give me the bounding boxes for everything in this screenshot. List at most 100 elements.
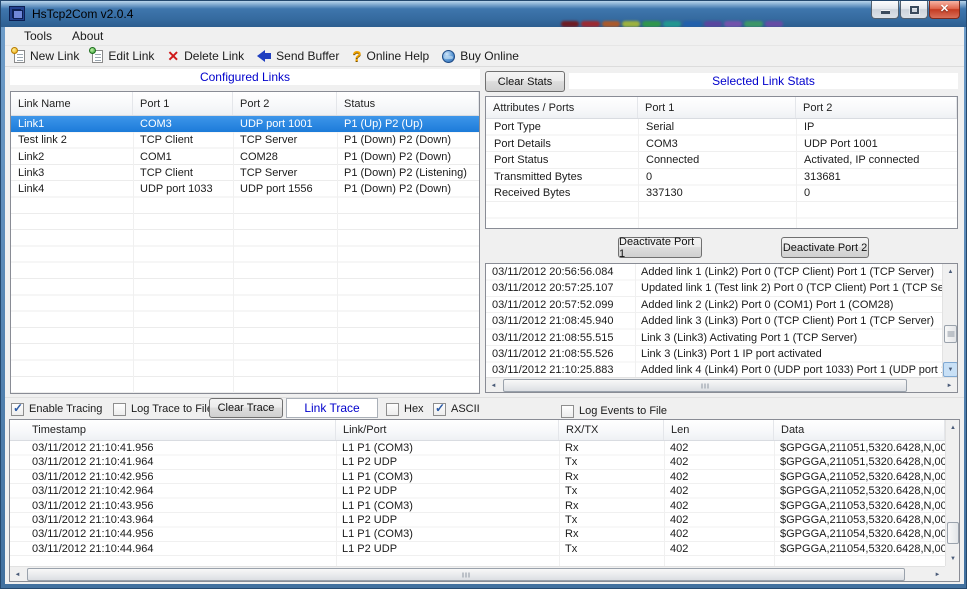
online-help-button[interactable]: ? Online Help — [347, 47, 437, 66]
send-buffer-button[interactable]: Send Buffer — [252, 47, 347, 65]
clear-stats-button[interactable]: Clear Stats — [485, 71, 565, 92]
new-link-button[interactable]: New Link — [9, 47, 87, 65]
trace-row[interactable]: 03/11/2012 21:10:42.964 L1 P2 UDP Tx 402… — [10, 484, 945, 498]
column-header-data[interactable]: Data — [774, 420, 945, 440]
column-header-status[interactable]: Status — [337, 92, 479, 115]
cell-link-name: Link2 — [11, 149, 133, 165]
cell-timestamp: 03/11/2012 21:10:42.964 — [10, 484, 336, 498]
cell-event-message: Link 3 (Link3) Port 1 IP port activated — [635, 346, 942, 362]
log-trace-checkbox[interactable]: Log Trace to File — [113, 399, 213, 419]
scroll-up-button[interactable]: ▲ — [943, 264, 958, 279]
column-header-link-name[interactable]: Link Name — [11, 92, 133, 115]
stats-row[interactable]: Port Status Connected Activated, IP conn… — [486, 152, 957, 169]
column-header-rxtx[interactable]: RX/TX — [559, 420, 664, 440]
events-horizontal-scrollbar[interactable]: ◄ ► — [486, 377, 957, 392]
column-header-attributes[interactable]: Attributes / Ports — [486, 97, 638, 118]
trace-row[interactable]: 03/11/2012 21:10:41.964 L1 P2 UDP Tx 402… — [10, 455, 945, 469]
stats-row[interactable]: Port Details COM3 UDP Port 1001 — [486, 136, 957, 153]
configured-links-header: Link Name Port 1 Port 2 Status — [11, 92, 479, 116]
stats-row[interactable]: Transmitted Bytes 0 313681 — [486, 169, 957, 186]
menu-item-tools[interactable]: Tools — [15, 27, 61, 45]
events-hscroll-thumb[interactable] — [503, 379, 907, 392]
cell-port2-value: UDP Port 1001 — [796, 136, 957, 153]
cell-link-name: Test link 2 — [11, 132, 133, 148]
trace-vertical-scrollbar[interactable]: ▲ ▼ — [945, 420, 959, 566]
cell-port2: TCP Server — [233, 132, 337, 148]
deactivate-port2-button[interactable]: Deactivate Port 2 — [781, 237, 869, 258]
log-events-checkbox[interactable]: Log Events to File — [561, 401, 667, 421]
event-row[interactable]: 03/11/2012 21:10:25.883 Added link 4 (Li… — [486, 362, 942, 377]
trace-row[interactable]: 03/11/2012 21:10:44.964 L1 P2 UDP Tx 402… — [10, 542, 945, 556]
link-row[interactable]: Link3 TCP Client TCP Server P1 (Down) P2… — [11, 165, 479, 181]
menu-item-about[interactable]: About — [63, 27, 112, 45]
cell-status: P1 (Down) P2 (Down) — [337, 181, 479, 197]
scroll-right-button[interactable]: ► — [942, 378, 957, 393]
cell-timestamp: 03/11/2012 21:10:43.956 — [10, 499, 336, 513]
link-row[interactable]: Test link 2 TCP Client TCP Server P1 (Do… — [11, 132, 479, 148]
hex-checkbox[interactable]: Hex — [386, 399, 424, 419]
checkbox-icon — [433, 403, 446, 416]
link-row[interactable]: Link4 UDP port 1033 UDP port 1556 P1 (Do… — [11, 181, 479, 197]
trace-table: Timestamp Link/Port RX/TX Len Data 03/11… — [9, 419, 960, 582]
delete-link-button[interactable]: ✕ Delete Link — [162, 47, 252, 65]
maximize-button[interactable] — [900, 1, 928, 19]
edit-link-label: Edit Link — [108, 49, 154, 63]
trace-row[interactable]: 03/11/2012 21:10:42.956 L1 P1 (COM3) Rx … — [10, 470, 945, 484]
scroll-up-button[interactable]: ▲ — [946, 420, 960, 435]
event-row[interactable]: 03/11/2012 21:08:55.526 Link 3 (Link3) P… — [486, 346, 942, 362]
trace-row[interactable]: 03/11/2012 21:10:43.964 L1 P2 UDP Tx 402… — [10, 513, 945, 527]
delete-link-label: Delete Link — [184, 49, 244, 63]
event-row[interactable]: 03/11/2012 20:57:25.107 Updated link 1 (… — [486, 280, 942, 296]
cell-rxtx: Tx — [559, 513, 664, 527]
configured-links-title: Configured Links — [10, 69, 480, 85]
trace-row[interactable]: 03/11/2012 21:10:41.956 L1 P1 (COM3) Rx … — [10, 441, 945, 455]
buy-online-button[interactable]: Buy Online — [437, 47, 527, 65]
enable-tracing-checkbox[interactable]: Enable Tracing — [11, 399, 102, 419]
scroll-left-button[interactable]: ◄ — [10, 567, 25, 582]
stats-row[interactable]: Port Type Serial IP — [486, 119, 957, 136]
event-row[interactable]: 03/11/2012 20:57:52.099 Added link 2 (Li… — [486, 297, 942, 313]
cell-data: $GPGGA,211051,5320.6428,N,00623.4552,W,1… — [774, 455, 945, 469]
stats-row[interactable]: Received Bytes 337130 0 — [486, 185, 957, 202]
close-button[interactable]: ✕ — [929, 1, 960, 19]
events-scroll-thumb[interactable] — [944, 325, 957, 343]
scroll-down-button[interactable]: ▼ — [943, 362, 958, 377]
cell-data: $GPGGA,211052,5320.6428,N,00623.4552,W,1… — [774, 484, 945, 498]
cell-port2-value: 0 — [796, 185, 957, 202]
cell-link-name: Link3 — [11, 165, 133, 181]
column-header-len[interactable]: Len — [664, 420, 774, 440]
link-row[interactable]: Link2 COM1 COM28 P1 (Down) P2 (Down) — [11, 149, 479, 165]
clear-trace-button[interactable]: Clear Trace — [209, 398, 283, 418]
trace-horizontal-scrollbar[interactable]: ◄ ► — [10, 566, 945, 581]
scroll-left-button[interactable]: ◄ — [486, 378, 501, 393]
log-events-label: Log Events to File — [579, 405, 667, 417]
cell-data: $GPGGA,211052,5320.6428,N,00623.4552,W,1… — [774, 470, 945, 484]
event-row[interactable]: 03/11/2012 21:08:55.515 Link 3 (Link3) A… — [486, 330, 942, 346]
trace-row[interactable]: 03/11/2012 21:10:43.956 L1 P1 (COM3) Rx … — [10, 499, 945, 513]
column-header-port1[interactable]: Port 1 — [133, 92, 233, 115]
column-header-stats-port2[interactable]: Port 2 — [796, 97, 957, 118]
scroll-down-button[interactable]: ▼ — [946, 551, 960, 566]
events-vertical-scrollbar[interactable]: ▲ ▼ — [942, 264, 957, 377]
cell-link-port: L1 P2 UDP — [336, 455, 559, 469]
delete-link-icon: ✕ — [167, 49, 179, 63]
trace-row[interactable]: 03/11/2012 21:10:44.956 L1 P1 (COM3) Rx … — [10, 527, 945, 541]
deactivate-port1-button[interactable]: Deactivate Port 1 — [618, 237, 702, 258]
event-row[interactable]: 03/11/2012 20:56:56.084 Added link 1 (Li… — [486, 264, 942, 280]
column-header-timestamp[interactable]: Timestamp — [10, 420, 336, 440]
minimize-button[interactable] — [871, 1, 899, 19]
trace-hscroll-thumb[interactable] — [27, 568, 905, 581]
cell-port1-value: Serial — [638, 119, 796, 136]
edit-link-button[interactable]: Edit Link — [87, 47, 162, 65]
column-header-port2[interactable]: Port 2 — [233, 92, 337, 115]
event-row[interactable]: 03/11/2012 21:08:45.940 Added link 3 (Li… — [486, 313, 942, 329]
column-header-link-port[interactable]: Link/Port — [336, 420, 559, 440]
cell-timestamp: 03/11/2012 21:10:42.956 — [10, 470, 336, 484]
title-bar[interactable]: HsTcp2Com v2.0.4 ✕ — [1, 1, 966, 27]
trace-scroll-thumb[interactable] — [947, 522, 959, 544]
link-row[interactable]: Link1 COM3 UDP port 1001 P1 (Up) P2 (Up) — [11, 116, 479, 132]
scroll-right-button[interactable]: ► — [930, 567, 945, 582]
ascii-checkbox[interactable]: ASCII — [433, 399, 480, 419]
column-header-stats-port1[interactable]: Port 1 — [638, 97, 796, 118]
cell-event-message: Link 3 (Link3) Activating Port 1 (TCP Se… — [635, 330, 942, 346]
